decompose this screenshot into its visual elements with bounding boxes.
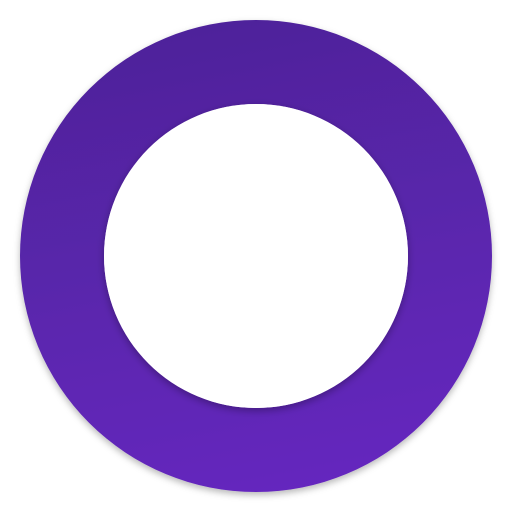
ring-logo-icon (20, 20, 492, 492)
app-icon-canvas (0, 0, 512, 512)
ring-hole (104, 104, 408, 408)
